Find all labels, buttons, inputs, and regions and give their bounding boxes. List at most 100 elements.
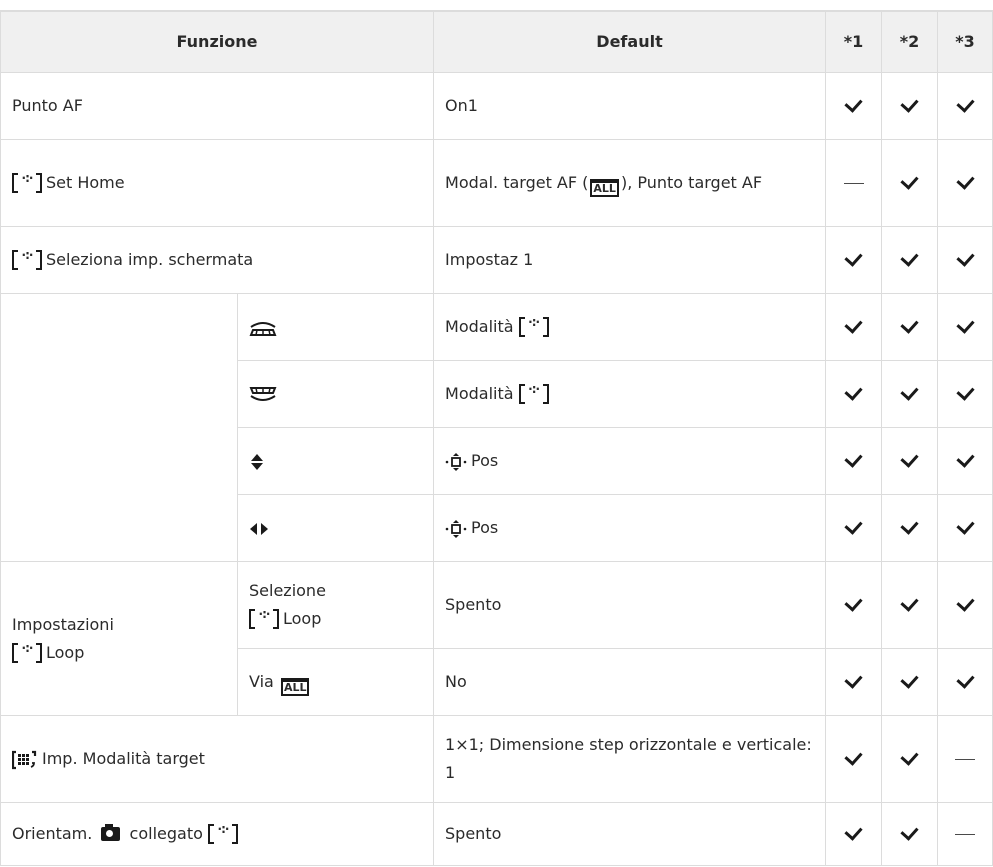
check-icon [900,747,919,766]
sub-label: Via [249,672,274,691]
table-row: Impostazioni ·:· Loop Selezione ·:· Loop S… [0,561,993,716]
row-default: Pos [471,518,499,537]
group-label-line-1: Impostazioni [12,614,114,634]
all-target-icon: ALL [280,678,310,696]
check-icon [955,248,975,267]
check-icon [900,248,919,267]
mark-cell [937,293,993,361]
mark-cell [937,72,993,140]
multi-selector-icon [445,452,467,471]
row-default: Modalità [445,317,514,336]
row-default: Impostaz 1 [433,226,827,294]
row-label-cell: ·:· Set Home [0,139,435,227]
row-default-part-b: ), Punto target AF [620,173,763,192]
row-default-cell: Modal. target AF (ALL), Punto target AF [433,139,827,227]
left-right-arrow-icon [250,522,268,535]
row-default-cell: Modalità ·:· [433,293,827,361]
header-col2: *2 [881,10,939,73]
mark-cell [825,293,883,361]
row-default: Spento [433,802,827,866]
sub-label-cell: Via ALL [236,648,435,716]
af-target-frame-icon: ·:· [207,823,238,844]
af-target-frame-icon: ·:· [12,249,42,270]
check-icon [955,94,975,113]
rear-dial-icon [249,386,277,401]
check-icon [955,382,975,401]
row-label: Seleziona imp. schermata [46,250,254,269]
row-label-cell: Imp. Modalità target [0,715,435,803]
af-target-frame-icon: ·:· [518,383,549,404]
mark-cell [825,226,883,294]
custom-target-grid-icon [11,750,37,769]
check-icon [900,382,919,401]
mark-cell [825,427,883,495]
header-col3: *3 [937,10,993,73]
sub-label-cell [236,427,435,495]
check-icon [844,94,863,113]
mark-cell [881,561,939,649]
group-label-cell: Impostazioni ·:· Loop [0,561,238,716]
mark-cell [937,715,993,803]
check-icon [955,593,975,612]
up-down-arrow-icon [251,453,263,470]
row-default: No [433,648,827,716]
check-icon [900,449,919,468]
row-label-cell: Orientam. collegato ·:· [0,802,435,866]
sub-label-loop: Loop [283,609,322,628]
check-icon [844,382,863,401]
sub-label-cell [236,494,435,562]
mark-cell [881,494,939,562]
mark-cell [937,226,993,294]
dash-icon [955,834,976,835]
mark-cell [881,360,939,428]
sub-label-line-1: Selezione [249,581,326,600]
check-icon [900,593,919,612]
check-icon [955,670,975,689]
check-icon [844,593,863,612]
mark-cell [881,226,939,294]
row-label: Set Home [46,173,125,192]
check-icon [955,516,975,535]
mark-cell [881,72,939,140]
row-default: On1 [433,72,827,140]
empty-group-cell [0,293,238,562]
mark-cell [825,72,883,140]
all-target-icon: ALL [590,179,619,197]
mark-cell [881,293,939,361]
check-icon [900,171,919,190]
mark-cell [825,494,883,562]
mark-cell [937,139,993,227]
mark-cell [937,427,993,495]
front-dial-icon [249,321,277,336]
mark-cell [937,494,993,562]
mark-cell [825,715,883,803]
mark-cell [825,561,883,649]
check-icon [844,747,863,766]
table-row: ·:· Set Home Modal. target AF (ALL), Punt… [0,139,993,227]
mark-cell [825,648,883,716]
row-default: Spento [433,561,827,649]
row-default: Modalità [445,384,514,403]
check-icon [844,516,863,535]
sub-label-cell [236,360,435,428]
check-icon [955,171,975,190]
dash-icon [843,183,864,184]
group-label-loop: Loop [46,642,85,662]
row-label: Punto AF [0,72,435,140]
mark-cell [825,360,883,428]
check-icon [900,94,919,113]
group-label-line-2: ·:· Loop [12,639,226,667]
row-default: 1×1; Dimensione step orizzontale e verti… [433,715,827,803]
row-default-cell: Pos [433,427,827,495]
check-icon [900,315,919,334]
row-default-cell: Modalità ·:· [433,360,827,428]
af-target-frame-icon: ·:· [12,172,42,193]
table-row: Modalità ·:· [0,293,993,562]
check-icon [844,248,863,267]
row-label-cell: ·:· Seleziona imp. schermata [0,226,435,294]
mark-cell [825,139,883,227]
check-icon [844,822,863,841]
mark-cell [937,561,993,649]
header-funzione: Funzione [0,10,435,73]
sub-label-cell: Selezione ·:· Loop [236,561,435,649]
